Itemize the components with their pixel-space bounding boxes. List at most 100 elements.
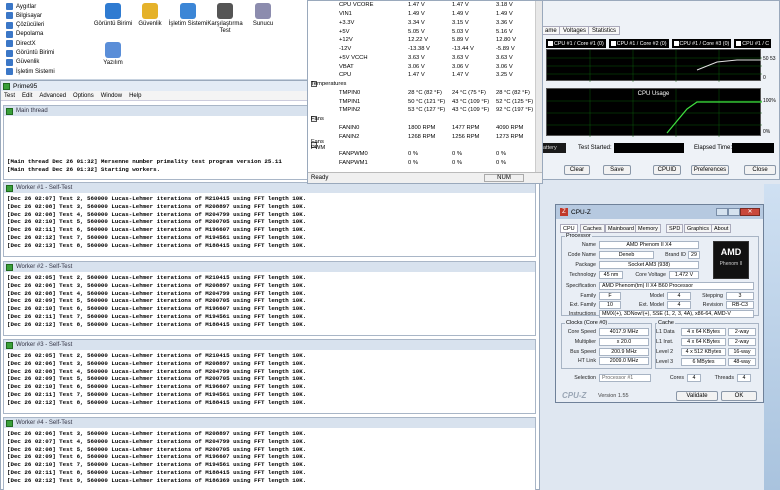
- category-shortcut[interactable]: Sunucu: [243, 3, 283, 28]
- sensor-row[interactable]: VBAT 3.06 V 3.06 V 3.06 V: [311, 62, 539, 71]
- sensor-group-label: Temperatures: [311, 81, 347, 88]
- sensor-row[interactable]: +3.3V 3.34 V 3.15 V 3.36 V: [311, 19, 539, 28]
- sensor-row[interactable]: +12V 12.22 V 5.89 V 12.80 V: [311, 36, 539, 45]
- tree-item[interactable]: Aygıtlar: [6, 2, 36, 11]
- tab-mainboard[interactable]: Mainboard: [605, 224, 637, 233]
- amd-logo-bottom: Phenom II: [719, 261, 743, 267]
- sensor-value: 5.05 V: [408, 28, 425, 35]
- tree-item[interactable]: Depolama: [6, 30, 43, 39]
- menu-test[interactable]: Test: [4, 93, 15, 99]
- ext-model-value: 4: [667, 301, 691, 309]
- sensor-row[interactable]: CPU 1.47 V 1.47 V 3.25 V: [311, 71, 539, 80]
- category-shortcut[interactable]: Karşılaştırma Test: [205, 3, 245, 35]
- sensor-group-row[interactable]: ⊟Fans: [311, 115, 539, 124]
- cpu-core-checkbox[interactable]: CPU #1 / Core #3 (0): [671, 39, 732, 48]
- sensor-value: -13.38 V: [408, 46, 430, 53]
- cache-way-value: 2-way: [728, 328, 756, 336]
- maximize-button[interactable]: [728, 208, 740, 216]
- validate-button[interactable]: Validate: [676, 391, 718, 401]
- stepping-label: Stepping: [702, 293, 723, 299]
- menu-advanced[interactable]: Advanced: [39, 93, 66, 99]
- menu-window[interactable]: Window: [101, 93, 122, 99]
- sensor-row[interactable]: -12V -13.38 V -13.44 V -5.89 V: [311, 45, 539, 54]
- log-line: [Dec 26 02:08] Test 5, 560000 Lucas-Lehm…: [7, 445, 307, 453]
- tab-caches[interactable]: Caches: [580, 224, 605, 233]
- tab-voltages[interactable]: Voltages: [559, 26, 591, 35]
- ok-button[interactable]: OK: [721, 391, 757, 401]
- ht-link-value: 2009.0 MHz: [599, 357, 649, 365]
- sensor-row[interactable]: +5V VCCH 3.63 V 3.63 V 3.63 V: [311, 54, 539, 63]
- processor-select[interactable]: Processor #1: [599, 374, 651, 382]
- sensor-row[interactable]: FANIN0 1800 RPM 1477 RPM 4090 RPM: [311, 124, 539, 133]
- category-shortcut[interactable]: Güvenlik: [130, 3, 170, 28]
- category-shortcut[interactable]: İşletim Sistemi: [168, 3, 208, 28]
- tree-item-label: DirectX: [16, 40, 36, 47]
- desktop-edge: [764, 184, 780, 490]
- close-button[interactable]: Close: [744, 165, 776, 175]
- sensor-row[interactable]: TMPIN2 53 °C (127 °F) 43 °C (109 °F) 92 °C …: [311, 106, 539, 115]
- log-line: [Dec 26 02:11] Test 7, 560000 Lucas-Lehm…: [7, 390, 307, 398]
- tree-item-label: Güvenlik: [16, 59, 40, 66]
- tree-item[interactable]: Görüntü Birimi: [6, 49, 54, 58]
- sensor-row[interactable]: VIN1 1.49 V 1.49 V 1.49 V: [311, 10, 539, 19]
- cpu-usage-graph: CPU Usage: [546, 88, 762, 137]
- tree-item[interactable]: Bilgisayar: [6, 11, 42, 20]
- test-started-value: [614, 143, 684, 153]
- sensor-max: 4090 RPM: [496, 124, 524, 131]
- tab-memory[interactable]: Memory: [635, 224, 661, 233]
- tab-cpu[interactable]: CPU: [560, 224, 578, 233]
- sensor-group-row[interactable]: ⊟Temperatures: [311, 80, 539, 89]
- tab-spd[interactable]: SPD: [666, 224, 684, 233]
- menu-edit[interactable]: Edit: [22, 93, 32, 99]
- cpuid-button[interactable]: CPUID: [653, 165, 681, 175]
- save-button[interactable]: Save: [603, 165, 631, 175]
- sensor-row[interactable]: FANPWM0 0 % 0 % 0 %: [311, 150, 539, 159]
- worker-1-pane[interactable]: Worker #1 - Self-Test [Dec 26 02:07] Test…: [3, 182, 536, 257]
- sensor-max: 1.49 V: [496, 11, 513, 18]
- cpu-core-checkbox[interactable]: CPU #1 / C: [734, 39, 772, 48]
- sensor-row[interactable]: TMPIN0 28 °C (82 °F) 24 °C (75 °F) 28 °C (8…: [311, 89, 539, 98]
- cpu-core-checkbox[interactable]: CPU #1 / Core #2 (0): [608, 39, 669, 48]
- tree-item[interactable]: Güvenlik: [6, 58, 39, 67]
- sensor-scrollbar[interactable]: [535, 1, 542, 172]
- sensor-row[interactable]: +5V 5.05 V 5.03 V 5.16 V: [311, 27, 539, 36]
- tree-item[interactable]: Çözücüleri: [6, 21, 44, 30]
- minimize-button[interactable]: [716, 208, 728, 216]
- sensor-min: 0 %: [452, 151, 462, 158]
- tab-about[interactable]: About: [711, 224, 732, 233]
- log-line: [Dec 26 02:10] Test 7, 560000 Lucas-Lehm…: [7, 461, 307, 469]
- sensor-row[interactable]: FANPWM1 0 % 0 % 0 %: [311, 159, 539, 168]
- sensor-value: 53 °C (127 °F): [408, 107, 446, 114]
- sensor-row[interactable]: FANIN2 1268 RPM 1256 RPM 1273 RPM: [311, 132, 539, 141]
- cpu-core-checkbox[interactable]: CPU #1 / Core #1 (0): [546, 39, 606, 48]
- cpu-usage-title: CPU Usage: [637, 91, 670, 97]
- preferences-button[interactable]: Preferences: [691, 165, 729, 175]
- category-shortcut[interactable]: Yazılım: [93, 42, 133, 67]
- tree-item-label: Aygıtlar: [16, 3, 37, 10]
- sensor-value: 0 %: [408, 151, 418, 158]
- worker-3-pane[interactable]: Worker #3 - Self-Test [Dec 26 02:05] Test…: [3, 339, 536, 414]
- sensor-value: 1.49 V: [408, 11, 425, 18]
- tab-statistics[interactable]: Statistics: [588, 26, 621, 35]
- tab-graphics[interactable]: Graphics: [684, 224, 713, 233]
- log-line: [Dec 26 02:06] Test 3, 560000 Lucas-Lehm…: [7, 359, 307, 367]
- cpuz-title: CPU-Z: [571, 208, 591, 216]
- sensor-table[interactable]: CPU VCORE 1.47 V 1.47 V 3.18 V VIN1 1.49 V 1.4…: [311, 1, 539, 172]
- category-icon: [6, 40, 13, 48]
- sensor-min: 5.89 V: [452, 37, 469, 44]
- sensor-row[interactable]: TMPIN1 50 °C (121 °F) 43 °C (109 °F) 52 °C …: [311, 97, 539, 106]
- tab-ame[interactable]: ame: [541, 26, 561, 35]
- menu-help[interactable]: Help: [129, 93, 141, 99]
- sensor-row[interactable]: CPU VCORE 1.47 V 1.47 V 3.18 V: [311, 1, 539, 10]
- sensor-group-row[interactable]: ⊟Fans PWM: [311, 139, 539, 151]
- tree-item[interactable]: DirectX: [6, 39, 36, 48]
- menu-options[interactable]: Options: [73, 93, 94, 99]
- worker-4-pane[interactable]: Worker #4 - Self-Test [Dec 26 02:06] Test…: [3, 417, 536, 490]
- sensor-value: 28 °C (82 °F): [408, 89, 442, 96]
- tree-item[interactable]: İşletim Sistemi: [6, 67, 55, 76]
- checkbox-icon: [610, 41, 616, 46]
- category-shortcut[interactable]: Görüntü Birimi: [93, 3, 133, 28]
- worker-2-pane[interactable]: Worker #2 - Self-Test [Dec 26 02:05] Test…: [3, 261, 536, 336]
- close-button[interactable]: ✕: [740, 208, 760, 216]
- clear-button[interactable]: Clear: [564, 165, 590, 175]
